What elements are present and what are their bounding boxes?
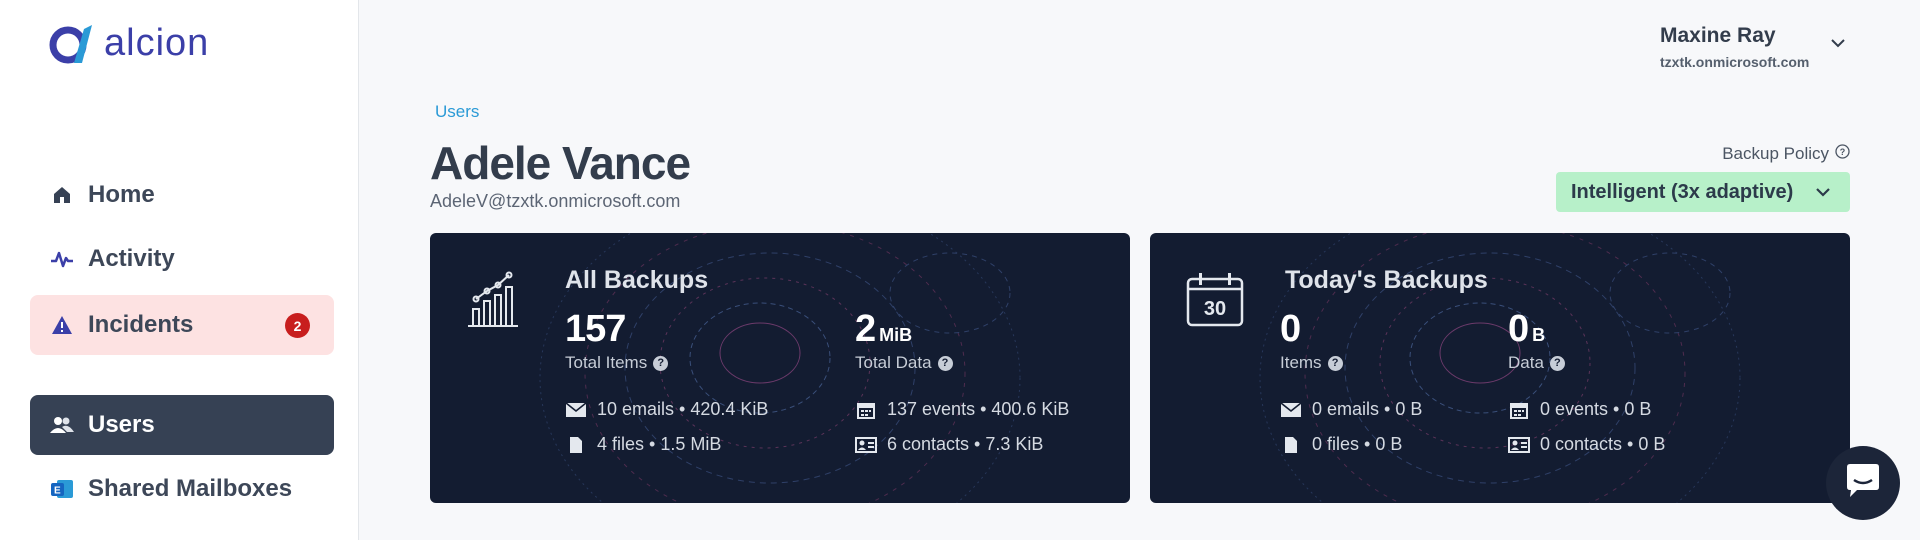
files-detail-text: 0 files • 0 B [1312,434,1403,454]
contact-card-icon [855,436,877,453]
users-icon [50,413,74,437]
sidebar-item-label: Users [88,411,155,438]
warning-icon [50,313,74,337]
today-data-stat: 0B Data? [1508,308,1565,373]
help-icon[interactable]: ? [653,355,669,371]
events-detail: 137 events • 400.6 KiB [855,399,1069,420]
help-icon[interactable]: ? [1549,355,1565,371]
files-detail-text: 4 files • 1.5 MiB [597,434,722,454]
brand-name: alcion [104,22,210,64]
files-detail: 4 files • 1.5 MiB [565,434,721,455]
emails-detail: 0 emails • 0 B [1280,399,1422,420]
total-items-stat: 157 Total Items? [565,308,669,373]
envelope-icon [565,401,587,418]
sidebar-item-label: Shared Mailboxes [88,475,293,502]
contacts-detail: 6 contacts • 7.3 KiB [855,434,1043,455]
user-menu[interactable]: Maxine Ray tzxtk.onmicrosoft.com [1660,24,1809,70]
page-title: Adele Vance [430,137,691,189]
contour-background [539,233,1021,503]
today-items-label: Items [1280,353,1322,372]
svg-text:?: ? [1840,147,1846,157]
emails-detail: 10 emails • 420.4 KiB [565,399,768,420]
events-detail-text: 137 events • 400.6 KiB [887,399,1070,419]
backup-policy-select[interactable]: Intelligent (3x adaptive) [1556,172,1850,212]
events-detail: 0 events • 0 B [1508,399,1651,420]
today-items-value: 0 [1280,308,1301,350]
today-items-stat: 0 Items? [1280,308,1343,373]
events-detail-text: 0 events • 0 B [1540,399,1652,419]
alcion-logo-icon [49,24,92,63]
alcion-logo[interactable]: alcion [48,22,209,65]
calendar-small-icon [1508,401,1530,419]
total-items-value: 157 [565,308,626,350]
total-data-stat: 2 MiB Total Data? [855,308,953,373]
help-icon[interactable]: ? [1327,355,1343,371]
breadcrumb-users[interactable]: Users [435,102,479,122]
user-email: AdeleV@tzxtk.onmicrosoft.com [430,191,681,211]
chat-icon [1843,461,1883,506]
contour-background [1259,233,1741,503]
svg-text:E: E [54,486,61,497]
today-data-value: 0 [1508,308,1529,350]
emails-detail-text: 10 emails • 420.4 KiB [597,399,769,419]
chevron-down-icon [1814,182,1832,205]
emails-detail-text: 0 emails • 0 B [1312,399,1423,419]
contacts-detail-text: 0 contacts • 0 B [1540,434,1666,454]
sidebar: alcion Home Activity Incidents 2 Users E… [0,0,359,540]
help-icon[interactable]: ? [1835,144,1850,164]
today-data-unit: B [1532,325,1546,345]
sidebar-item-label: Incidents [88,311,194,338]
envelope-icon [1280,401,1302,418]
all-backups-card: All Backups 157 Total Items? 2 MiB Total … [430,233,1130,503]
contacts-detail: 0 contacts • 0 B [1508,434,1665,455]
exchange-icon: E [50,477,74,501]
calendar-day: 30 [1204,298,1226,320]
sidebar-item-users[interactable]: Users [30,395,334,455]
total-data-unit: MiB [879,325,913,345]
file-icon [565,436,587,454]
help-icon[interactable]: ? [937,355,953,371]
contacts-detail-text: 6 contacts • 7.3 KiB [887,434,1044,454]
today-data-label: Data [1508,353,1544,372]
total-data-value: 2 [855,308,876,350]
sidebar-item-label: Activity [88,245,175,272]
sidebar-item-activity[interactable]: Activity [30,229,334,289]
user-tenant: tzxtk.onmicrosoft.com [1660,54,1810,70]
backup-policy-label-text: Backup Policy [1722,144,1829,163]
backup-policy-value: Intelligent (3x adaptive) [1571,180,1794,203]
total-items-label: Total Items [565,353,648,372]
todays-backups-card: 30 Today's Backups 0 Items? 0B Data? 0 e… [1150,233,1850,503]
chat-launcher-button[interactable] [1826,446,1900,520]
backup-policy-label: Backup Policy ? [1722,144,1850,164]
calendar-icon: 30 [1186,271,1244,332]
sidebar-item-shared-mailboxes[interactable]: E Shared Mailboxes [30,459,334,519]
bar-chart-icon [466,271,520,334]
sidebar-item-incidents[interactable]: Incidents 2 [30,295,334,355]
chevron-down-icon[interactable] [1830,36,1846,54]
activity-icon [50,247,74,271]
files-detail: 0 files • 0 B [1280,434,1402,455]
contact-card-icon [1508,436,1530,453]
sidebar-item-label: Home [88,181,155,208]
incidents-count-badge: 2 [285,313,310,338]
calendar-icon [855,401,877,419]
total-data-label: Total Data [855,353,932,372]
card-title: All Backups [565,266,709,294]
file-icon [1280,436,1302,454]
sidebar-item-home[interactable]: Home [30,165,334,225]
user-name: Maxine Ray [1660,24,1776,47]
card-title: Today's Backups [1285,266,1488,294]
home-icon [50,183,74,207]
